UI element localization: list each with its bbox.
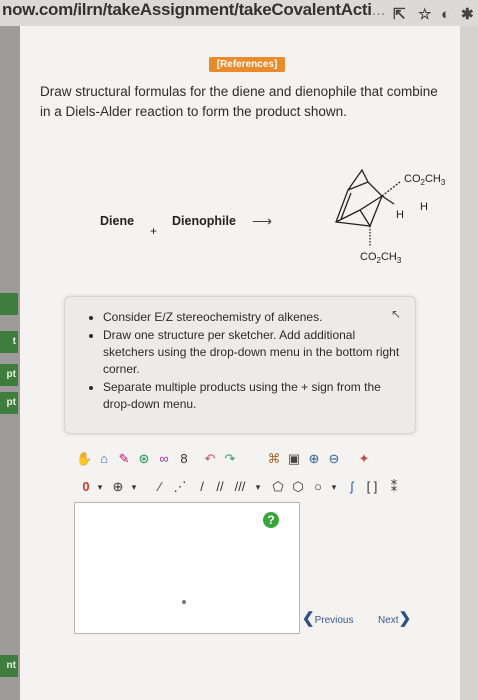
pentagon-ring-icon[interactable]: ⬠ xyxy=(270,479,286,495)
product-structure: CO2CH3 H H CO2CH3 xyxy=(335,168,446,265)
sidebar-tab-pt2[interactable]: pt xyxy=(0,392,18,414)
chevron-down-icon[interactable]: ▾ xyxy=(92,479,108,495)
hand-tool-icon[interactable]: ✋ xyxy=(76,451,92,467)
h-label-1: H xyxy=(420,201,428,213)
right-edge xyxy=(460,26,478,700)
triple-bond-icon[interactable]: /// xyxy=(232,479,248,495)
cycle-ring-icon[interactable]: ○ xyxy=(310,479,326,495)
browser-address-bar[interactable]: now.com/ilrn/takeAssignment/takeCovalent… xyxy=(0,0,478,26)
chevron-down-icon[interactable]: ▾ xyxy=(326,479,342,495)
extension-icon[interactable]: ◐ xyxy=(441,2,450,26)
bottom-substituent: CO2CH3 xyxy=(360,251,402,265)
dienophile-label: Dienophile xyxy=(172,214,236,228)
references-button[interactable]: [References] xyxy=(209,57,285,72)
next-button[interactable]: Next❯ xyxy=(378,610,411,628)
instruction-item: Consider E/Z stereochemistry of alkenes. xyxy=(103,309,405,326)
canvas-dot xyxy=(182,600,186,604)
bond-tool-icon[interactable]: 8 xyxy=(176,451,192,467)
previous-button[interactable]: ❮Previous xyxy=(302,610,353,628)
instructions-box: Consider E/Z stereochemistry of alkenes.… xyxy=(64,296,416,434)
cursor-icon: ↖ xyxy=(390,307,401,321)
sidebar-tab-nt[interactable]: nt xyxy=(0,655,18,677)
settings-icon[interactable]: ✦ xyxy=(356,451,372,467)
instruction-item: Draw one structure per sketcher. Add add… xyxy=(103,327,405,378)
h-label-2: H xyxy=(396,209,404,221)
zoom-in-icon[interactable]: ⊕ xyxy=(306,451,322,467)
diene-label: Diene xyxy=(100,214,135,228)
double-bond-icon[interactable]: // xyxy=(212,479,228,495)
chain-tool-icon[interactable]: ∞ xyxy=(156,451,172,467)
star-icon[interactable]: ☆ xyxy=(418,2,431,26)
add-atom-button[interactable]: ⊕ xyxy=(110,479,126,495)
template-icon[interactable]: ⌘ xyxy=(266,451,282,467)
plus-sign: + xyxy=(150,224,158,238)
chevron-right-icon: ❯ xyxy=(398,610,412,627)
url-text[interactable]: now.com/ilrn/takeAssignment/takeCovalent… xyxy=(2,0,385,23)
dashed-bond-icon[interactable]: ⋰ xyxy=(172,479,188,495)
erase-tool-icon[interactable]: ⌂ xyxy=(96,451,112,467)
undo-icon[interactable]: ↶ xyxy=(202,451,218,467)
sketcher-menu-icon[interactable]: ⁑ xyxy=(386,479,402,495)
zoom-out-icon[interactable]: ⊖ xyxy=(326,451,342,467)
chevron-down-icon[interactable]: ▾ xyxy=(250,479,266,495)
redo-icon[interactable]: ↷ xyxy=(222,451,238,467)
clear-icon[interactable]: ▣ xyxy=(286,451,302,467)
puzzle-icon[interactable]: ✱ xyxy=(461,2,474,26)
single-bond-icon[interactable]: ∕ xyxy=(152,479,168,495)
wedge-bond-icon[interactable]: / xyxy=(194,479,210,495)
ring-tool-icon[interactable]: ⊛ xyxy=(136,451,152,467)
help-button[interactable]: ? xyxy=(263,512,279,528)
top-substituent: CO2CH3 xyxy=(404,173,446,187)
pen-tool-icon[interactable]: ✎ xyxy=(116,451,132,467)
bracket-icon[interactable]: [ ] xyxy=(364,479,380,495)
reaction-arrow: ⟶ xyxy=(252,213,273,229)
chevron-down-icon[interactable]: ▾ xyxy=(126,479,142,495)
instruction-item: Separate multiple products using the + s… xyxy=(103,379,405,413)
function-icon[interactable]: ʃ xyxy=(344,479,360,495)
sidebar-tab-t[interactable]: t xyxy=(0,331,18,353)
sidebar-tab-pt1[interactable]: pt xyxy=(0,364,18,386)
hexagon-ring-icon[interactable]: ⬡ xyxy=(290,479,306,495)
question-text: Draw structural formulas for the diene a… xyxy=(40,84,438,119)
share-icon[interactable]: ⇱ xyxy=(393,2,406,26)
left-sidebar xyxy=(0,26,20,700)
chevron-left-icon: ❮ xyxy=(302,610,315,627)
sidebar-tab[interactable] xyxy=(0,293,18,315)
